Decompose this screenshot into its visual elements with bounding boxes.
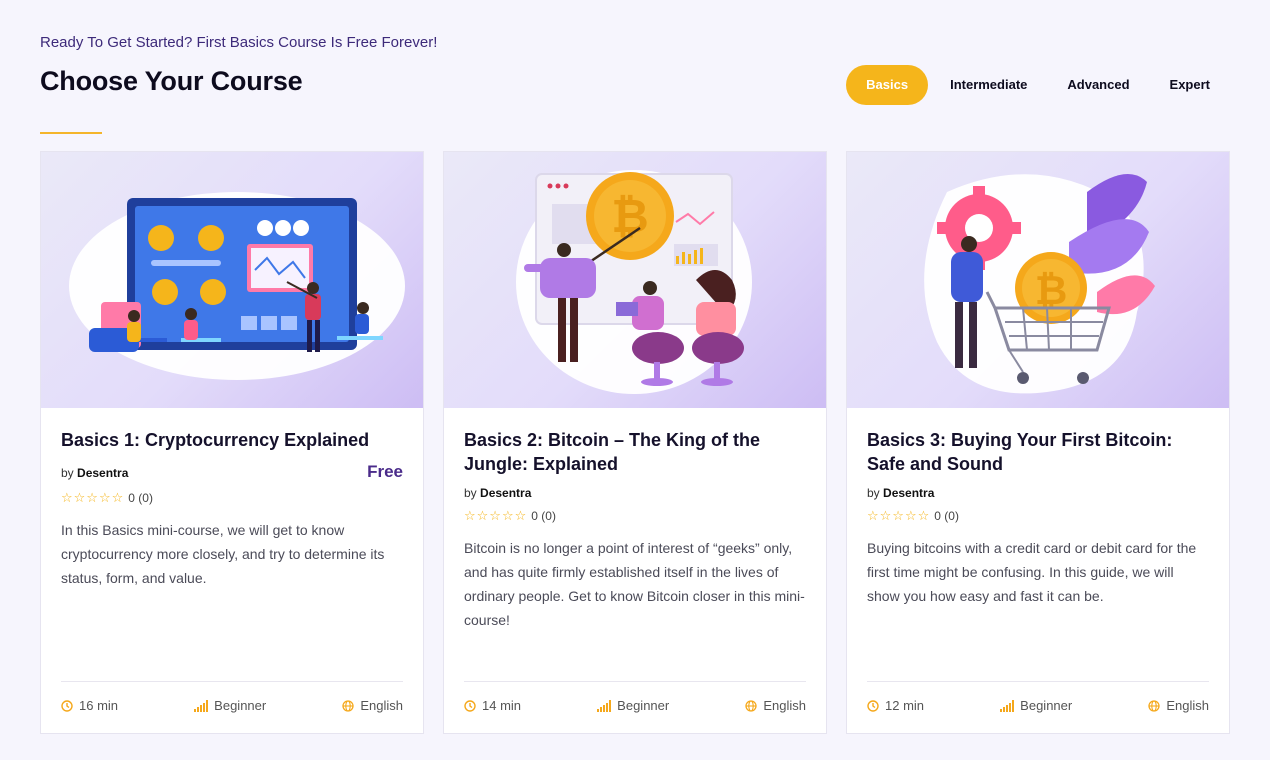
rating-stars-icon: ☆☆☆☆☆ — [61, 490, 125, 505]
globe-icon — [745, 699, 758, 712]
course-author: by Desentra — [464, 486, 531, 500]
rating-stars-icon: ☆☆☆☆☆ — [867, 508, 931, 523]
language-text: English — [763, 698, 806, 713]
course-title[interactable]: Basics 2: Bitcoin – The King of the Jung… — [464, 428, 806, 476]
author-name[interactable]: Desentra — [480, 486, 531, 500]
course-description: Buying bitcoins with a credit card or de… — [867, 540, 1197, 604]
course-card[interactable]: ₿ Basics 3: Buying Your First Bitcoin: S… — [846, 151, 1230, 734]
course-rating: ☆☆☆☆☆ 0 (0) — [61, 490, 403, 506]
level-text: Beginner — [617, 698, 670, 713]
rating-stars-icon: ☆☆☆☆☆ — [464, 508, 528, 523]
level-text: Beginner — [214, 698, 267, 713]
tab-expert[interactable]: Expert — [1150, 65, 1230, 105]
course-meta-footer: 16 min Beginner English — [61, 681, 403, 713]
signal-bars-icon — [597, 699, 612, 712]
duration-text: 16 min — [79, 698, 119, 713]
language-text: English — [360, 698, 403, 713]
level-text: Beginner — [1020, 698, 1073, 713]
tab-advanced[interactable]: Advanced — [1047, 65, 1149, 105]
title-underline — [40, 132, 102, 134]
course-price: Free — [367, 462, 403, 481]
page-title: Choose Your Course — [40, 66, 303, 96]
clock-icon — [464, 699, 476, 712]
course-duration: 14 min — [464, 698, 521, 713]
course-language: English — [1148, 698, 1209, 713]
course-illustration[interactable]: ₿ — [847, 152, 1229, 408]
course-level-tabs: Basics Intermediate Advanced Expert — [846, 65, 1230, 105]
course-level: Beginner — [194, 698, 266, 713]
duration-text: 12 min — [885, 698, 925, 713]
course-author: by Desentra — [61, 466, 128, 480]
byline-prefix: by — [867, 486, 880, 500]
tab-basics[interactable]: Basics — [846, 65, 929, 105]
course-duration: 12 min — [867, 698, 924, 713]
globe-icon — [342, 699, 355, 712]
course-author: by Desentra — [867, 486, 934, 500]
course-card[interactable]: Basics 1: Cryptocurrency Explained by De… — [40, 151, 424, 734]
tab-intermediate[interactable]: Intermediate — [930, 65, 1047, 105]
author-name[interactable]: Desentra — [883, 486, 934, 500]
signal-bars-icon — [1000, 699, 1015, 712]
byline-prefix: by — [61, 466, 74, 480]
course-illustration[interactable] — [41, 152, 423, 408]
course-level: Beginner — [597, 698, 669, 713]
course-meta-footer: 14 min Beginner English — [464, 681, 806, 713]
course-level: Beginner — [1000, 698, 1072, 713]
header-eyebrow: Ready To Get Started? First Basics Cours… — [40, 34, 438, 51]
course-illustration[interactable]: ₿ — [444, 152, 826, 408]
globe-icon — [1148, 699, 1161, 712]
author-name[interactable]: Desentra — [77, 466, 128, 480]
language-text: English — [1166, 698, 1209, 713]
course-description: In this Basics mini-course, we will get … — [61, 522, 385, 586]
course-card[interactable]: ₿ Basics 2: Bitcoin – The King of the Ju… — [443, 151, 827, 734]
course-description: Bitcoin is no longer a point of interest… — [464, 540, 805, 628]
signal-bars-icon — [194, 699, 209, 712]
course-title[interactable]: Basics 3: Buying Your First Bitcoin: Saf… — [867, 428, 1209, 476]
course-language: English — [342, 698, 403, 713]
rating-count: 0 (0) — [531, 509, 556, 523]
rating-count: 0 (0) — [934, 509, 959, 523]
course-duration: 16 min — [61, 698, 118, 713]
course-language: English — [745, 698, 806, 713]
byline-prefix: by — [464, 486, 477, 500]
clock-icon — [61, 699, 73, 712]
duration-text: 14 min — [482, 698, 522, 713]
rating-count: 0 (0) — [128, 491, 153, 505]
course-title[interactable]: Basics 1: Cryptocurrency Explained — [61, 428, 403, 452]
course-rating: ☆☆☆☆☆ 0 (0) — [464, 508, 806, 524]
course-cards: Basics 1: Cryptocurrency Explained by De… — [40, 151, 1230, 734]
clock-icon — [867, 699, 879, 712]
course-meta-footer: 12 min Beginner English — [867, 681, 1209, 713]
course-rating: ☆☆☆☆☆ 0 (0) — [867, 508, 1209, 524]
